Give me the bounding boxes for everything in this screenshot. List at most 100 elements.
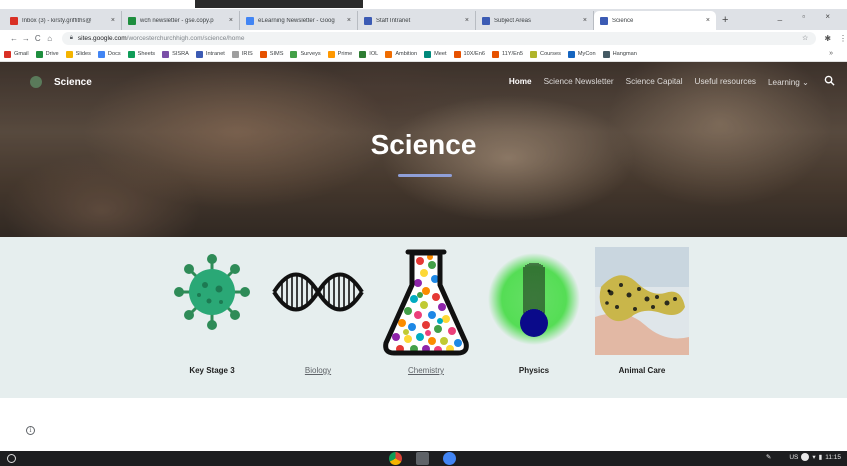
bookmark-label: Meet (434, 51, 447, 57)
title-underline (398, 174, 452, 177)
tab-close-icon[interactable]: × (229, 17, 233, 24)
bookmark-favicon-icon (290, 50, 298, 58)
bookmark-sheets[interactable]: Sheets (127, 50, 156, 58)
bookmark-label: Ambition (395, 51, 418, 57)
window-controls[interactable]: _ ▫ × (778, 12, 839, 21)
tab-subject-areas[interactable]: Subject Areas × (476, 11, 594, 30)
subject-chemistry[interactable]: Chemistry (374, 247, 478, 375)
chrome-icon[interactable] (389, 452, 402, 465)
search-icon[interactable] (824, 75, 835, 86)
nav-learning[interactable]: Learning ⌄ (768, 77, 809, 87)
sites-icon (600, 16, 608, 25)
launcher-icon[interactable] (7, 454, 16, 463)
bookmark-star-icon[interactable]: ☆ (802, 34, 808, 42)
tab-close-icon[interactable]: × (706, 17, 710, 24)
bookmark-intranet[interactable]: Intranet (195, 50, 225, 58)
bookmark-sims[interactable]: SIMS (259, 50, 284, 58)
tab-close-icon[interactable]: × (583, 17, 587, 24)
bookmark-prime[interactable]: Prime (327, 50, 352, 58)
system-tray[interactable]: ✎ US ▾ ▮ 11:15 (766, 453, 841, 461)
bookmark-favicon-icon (359, 50, 367, 58)
bookmark-label: IRIS (241, 51, 253, 57)
address-bar-row: ← → C ⌂ 🔒︎ sites.google.com/worcesterchu… (0, 30, 847, 47)
extensions-icon[interactable]: ✱ (824, 34, 831, 43)
menu-icon[interactable]: ⋮ (839, 34, 847, 43)
bookmark-10x-en6[interactable]: 10X/En6 (453, 50, 485, 58)
gmail-icon (10, 16, 18, 25)
bookmark-mycon[interactable]: MyCon (567, 50, 596, 58)
bookmark-label: Courses (540, 51, 561, 57)
bookmark-drive[interactable]: Drive (35, 50, 59, 58)
tab-science[interactable]: Science × (594, 11, 716, 30)
tab-elearning[interactable]: eLearning Newsletter - Goog × (240, 11, 358, 30)
bookmark-surveys[interactable]: Surveys (290, 50, 321, 58)
subject-biology[interactable]: Biology (268, 247, 368, 375)
keyboard-layout: US (789, 453, 799, 461)
tab-close-icon[interactable]: × (465, 17, 469, 24)
docs-app-icon[interactable] (443, 452, 456, 465)
bookmark-docs[interactable]: Docs (97, 50, 121, 58)
screen: Inbox (3) - kirsty.griffiths@ × wch newsl… (0, 0, 847, 466)
info-icon[interactable]: i (26, 426, 35, 435)
bookmark-hangman[interactable]: Hangman (602, 50, 637, 58)
subject-label[interactable]: Biology (268, 366, 368, 375)
stylus-icon[interactable]: ✎ (766, 453, 771, 461)
subject-animal-care[interactable]: Animal Care (594, 247, 690, 375)
bookmark-label: 10X/En6 (463, 51, 485, 57)
forward-icon[interactable]: → (20, 34, 32, 43)
bookmark-favicon-icon (385, 50, 393, 58)
bookmark-favicon-icon (4, 50, 11, 58)
bookmark-gmail[interactable]: Gmail (4, 50, 29, 58)
back-icon[interactable]: ← (8, 34, 20, 43)
tab-title: Inbox (3) - kirsty.griffiths@ (22, 17, 92, 24)
bookmark-slides[interactable]: Slides (65, 50, 91, 58)
bookmark-favicon-icon (162, 50, 170, 58)
bookmark-meet[interactable]: Meet (424, 50, 447, 58)
bookmark-iris[interactable]: IRIS (231, 50, 253, 58)
tab-staff-intranet[interactable]: Staff Intranet × (358, 11, 476, 30)
tab-close-icon[interactable]: × (347, 17, 351, 24)
bookmark-courses[interactable]: Courses (530, 50, 561, 58)
site-brand[interactable]: Science (30, 76, 92, 88)
tab-title: Subject Areas (494, 17, 532, 24)
sites-icon (482, 16, 490, 25)
bookmarks-bar: Gmail Drive Slides Docs Sheets SISRA Intranet I… (0, 47, 847, 62)
docs-icon (246, 16, 254, 25)
home-icon[interactable]: ⌂ (44, 34, 56, 43)
bookmark-iol[interactable]: IOL (359, 50, 378, 58)
subject-physics[interactable]: Physics (486, 247, 582, 375)
tab-close-icon[interactable]: × (111, 17, 115, 24)
bookmark-label: SIMS (269, 51, 284, 57)
nav-home[interactable]: Home (509, 77, 532, 87)
nav-useful-resources[interactable]: Useful resources (695, 77, 756, 87)
bookmark-label: Sheets (137, 51, 156, 57)
subject-label: Physics (518, 366, 550, 375)
bookmark-favicon-icon (35, 50, 43, 58)
tab-title: eLearning Newsletter - Goog (258, 17, 335, 24)
lock-icon: 🔒︎ (69, 35, 73, 41)
top-bezel (0, 0, 847, 9)
bookmark-favicon-icon (231, 50, 239, 58)
files-icon[interactable] (416, 452, 429, 465)
omnibox[interactable]: 🔒︎ sites.google.com/worcesterchurchhigh.… (61, 32, 817, 45)
bookmark-label: SISRA (172, 51, 189, 57)
subject-label[interactable]: Chemistry (374, 366, 478, 375)
bookmark-favicon-icon (602, 50, 610, 58)
bookmarks-overflow-icon[interactable]: » (829, 50, 833, 57)
nav-science-capital[interactable]: Science Capital (626, 77, 683, 87)
bookmark-label: MyCon (577, 51, 596, 57)
bookmark-11y-en5[interactable]: 11Y/En5 (491, 50, 523, 58)
bookmark-label: Gmail (14, 51, 29, 57)
subject-key-stage-3[interactable]: Key Stage 3 (160, 247, 264, 375)
tab-newsletter[interactable]: wch newsletter - gse.copy.p × (122, 11, 240, 30)
page-footer-area: i (0, 398, 847, 451)
reload-icon[interactable]: C (32, 34, 44, 43)
bookmark-sisra[interactable]: SISRA (162, 50, 189, 58)
bookmark-ambition[interactable]: Ambition (385, 50, 418, 58)
subject-label: Key Stage 3 (189, 366, 235, 375)
new-tab-button[interactable]: + (722, 11, 728, 30)
tab-gmail[interactable]: Inbox (3) - kirsty.griffiths@ × (4, 11, 122, 30)
bookmark-favicon-icon (424, 50, 432, 58)
nav-science-newsletter[interactable]: Science Newsletter (544, 77, 614, 87)
clock: 11:15 (825, 453, 841, 461)
